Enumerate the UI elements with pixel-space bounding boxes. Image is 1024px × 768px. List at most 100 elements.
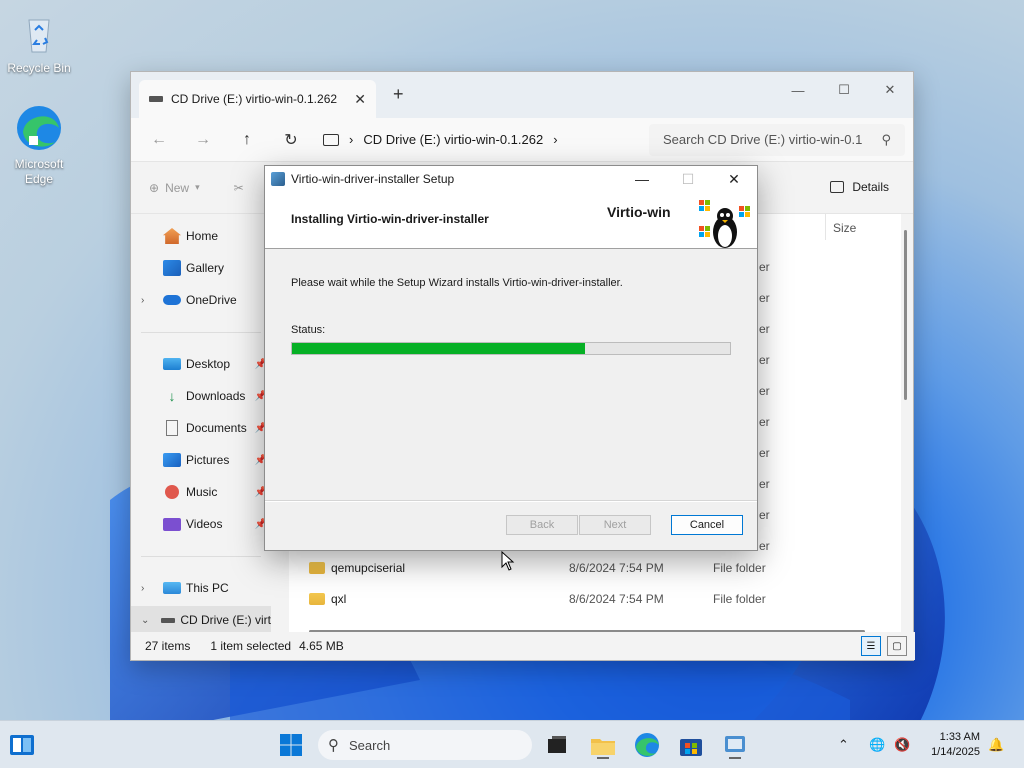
edge-taskbar-icon[interactable] (633, 731, 661, 759)
setup-heading: Installing Virtio-win-driver-installer (291, 212, 489, 226)
speaker-muted-icon[interactable]: 🔇 (894, 737, 910, 753)
folder-icon (309, 593, 325, 605)
sidebar-item-documents[interactable]: Documents 📌 (131, 414, 271, 442)
document-icon (166, 420, 178, 436)
cd-drive-icon (160, 617, 176, 623)
refresh-icon[interactable]: ↻ (271, 124, 311, 156)
pc-icon (163, 582, 181, 594)
setup-body: Please wait while the Setup Wizard insta… (265, 249, 757, 501)
column-header-size[interactable]: Size (833, 221, 856, 235)
chevron-down-icon[interactable]: ⌄ (141, 615, 153, 626)
cancel-button[interactable]: Cancel (671, 515, 743, 535)
sidebar-divider (141, 332, 261, 333)
sidebar-item-label: Downloads (186, 389, 246, 403)
vertical-scrollbar[interactable] (904, 230, 907, 400)
minimize-icon[interactable]: — (619, 166, 665, 192)
new-label: New (165, 180, 190, 195)
setup-header: Installing Virtio-win-driver-installer V… (265, 192, 757, 249)
chevron-right-icon[interactable]: › (141, 583, 155, 594)
sidebar-item-music[interactable]: Music 📌 (131, 478, 271, 506)
install-progress-bar (291, 342, 731, 355)
globe-icon[interactable]: 🌐 (869, 737, 885, 753)
new-tab-icon[interactable]: + (393, 84, 404, 105)
window-controls: — ☐ ✕ (775, 76, 913, 104)
back-arrow-icon[interactable]: ← (139, 124, 179, 156)
brand-title: Virtio-win (607, 204, 671, 220)
sidebar-item-label: CD Drive (E:) virt (180, 613, 271, 627)
search-input[interactable]: Search CD Drive (E:) virtio-win-0.1 ⚲ (649, 123, 905, 156)
close-tab-icon[interactable]: ✕ (354, 91, 366, 108)
address-bar: ← → ↑ ↻ › CD Drive (E:) virtio-win-0.1.2… (131, 118, 913, 162)
tab-cd-drive[interactable]: CD Drive (E:) virtio-win-0.1.262 ✕ (139, 80, 376, 118)
sidebar-item-desktop[interactable]: Desktop 📌 (131, 350, 271, 378)
column-divider (825, 214, 826, 240)
breadcrumb-chevron-icon: › (553, 132, 558, 147)
new-button[interactable]: ⊕ New ▾ (149, 181, 200, 195)
desktop-icon-label: Recycle Bin (7, 61, 71, 75)
sidebar-item-this-pc[interactable]: › This PC (131, 574, 271, 602)
setup-message: Please wait while the Setup Wizard insta… (291, 277, 623, 289)
setup-dialog: Virtio-win-driver-installer Setup — ☐ ✕ … (264, 165, 758, 551)
mouse-cursor-icon (501, 551, 515, 571)
maximize-icon: ☐ (681, 170, 695, 187)
clock-time: 1:33 AM (939, 731, 980, 743)
installer-taskbar-icon[interactable] (721, 731, 749, 759)
selection-size: 4.65 MB (299, 639, 344, 653)
minimize-icon[interactable]: — (775, 76, 821, 104)
sidebar-item-onedrive[interactable]: › OneDrive (131, 286, 271, 314)
store-icon[interactable] (677, 731, 705, 759)
clock[interactable]: 1:33 AM 1/14/2025 (924, 730, 980, 760)
tab-bar: CD Drive (E:) virtio-win-0.1.262 ✕ + — ☐… (131, 72, 913, 118)
status-bar: 27 items 1 item selected 4.65 MB ☰ ▢ (131, 632, 915, 660)
details-view-icon[interactable]: ☰ (861, 636, 881, 656)
maximize-icon[interactable]: ☐ (821, 76, 867, 104)
sidebar-item-pictures[interactable]: Pictures 📌 (131, 446, 271, 474)
sidebar-item-videos[interactable]: Videos 📌 (131, 510, 271, 538)
item-count: 27 items (145, 639, 191, 653)
file-date: 8/6/2024 7:54 PM (569, 561, 664, 575)
sidebar-divider (141, 556, 261, 557)
music-icon (165, 485, 179, 499)
task-view-icon[interactable] (543, 731, 571, 759)
file-type: File folder (713, 592, 766, 606)
partial-type-cell: er (759, 539, 770, 553)
tiles-view-icon[interactable]: ▢ (887, 636, 907, 656)
sidebar-item-downloads[interactable]: ↓ Downloads 📌 (131, 382, 271, 410)
sidebar-item-cd-drive[interactable]: ⌄ CD Drive (E:) virt (131, 606, 271, 634)
drive-icon (149, 96, 163, 102)
back-button[interactable]: Back (506, 515, 578, 535)
folder-icon (309, 562, 325, 574)
table-row[interactable]: qxl 8/6/2024 7:54 PM File folder (289, 585, 889, 613)
partial-type-cell: er (759, 291, 770, 305)
desktop-icon-edge[interactable]: Microsoft Edge (2, 104, 76, 187)
forward-arrow-icon[interactable]: → (183, 124, 223, 156)
video-icon (163, 517, 181, 531)
cut-icon[interactable]: ✂ (234, 181, 244, 195)
sidebar-item-home[interactable]: Home (131, 222, 271, 250)
recycle-bin-icon (28, 19, 50, 53)
details-button[interactable]: Details (830, 180, 889, 194)
chevron-up-icon[interactable]: ⌃ (838, 737, 849, 753)
file-explorer-icon[interactable] (589, 731, 617, 759)
desktop-icon-recycle-bin[interactable]: Recycle Bin (2, 8, 76, 75)
start-icon[interactable] (277, 731, 305, 759)
table-row[interactable]: qemupciserial 8/6/2024 7:54 PM File fold… (289, 554, 889, 582)
taskbar-search[interactable]: ⚲ Search (318, 730, 532, 760)
sidebar-item-label: Documents (186, 421, 247, 435)
up-arrow-icon[interactable]: ↑ (227, 124, 267, 156)
sidebar-item-gallery[interactable]: Gallery (131, 254, 271, 282)
search-icon: ⚲ (328, 737, 339, 754)
next-button[interactable]: Next (579, 515, 651, 535)
partial-type-cell: er (759, 260, 770, 274)
sidebar-item-label: Music (186, 485, 218, 499)
address-field[interactable]: › CD Drive (E:) virtio-win-0.1.262 › (315, 124, 615, 156)
close-icon[interactable]: ✕ (867, 76, 913, 104)
close-icon[interactable]: ✕ (711, 166, 757, 192)
cloud-icon (163, 295, 181, 305)
sidebar-item-label: This PC (186, 581, 229, 595)
widgets-icon[interactable] (8, 731, 36, 759)
plus-circle-icon: ⊕ (149, 180, 160, 195)
chevron-right-icon[interactable]: › (141, 295, 155, 306)
details-label: Details (852, 180, 889, 194)
notification-bell-icon[interactable]: 🔔 (988, 737, 1004, 753)
